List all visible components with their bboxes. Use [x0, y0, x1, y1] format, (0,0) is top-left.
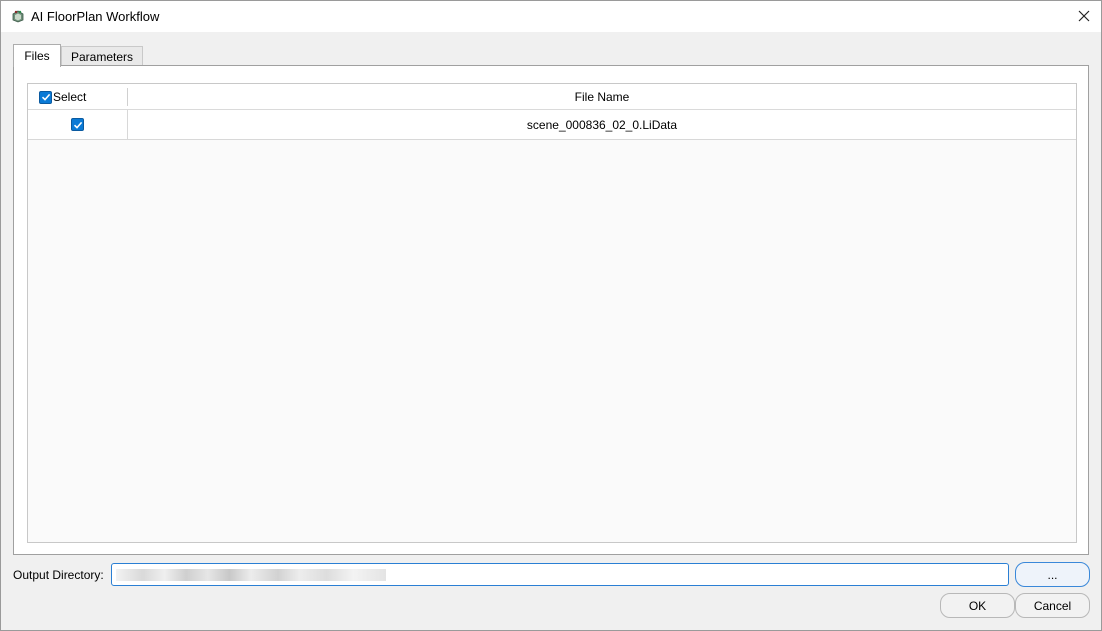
window-title: AI FloorPlan Workflow	[31, 9, 160, 24]
table-row[interactable]: scene_000836_02_0.LiData	[28, 110, 1076, 140]
close-icon	[1078, 10, 1090, 22]
select-column-label: Select	[53, 90, 87, 104]
files-tab-panel: Select File Name scene_000836_02_0.LiDat…	[13, 65, 1089, 555]
app-icon	[11, 9, 25, 23]
row-select-cell	[28, 110, 128, 139]
cancel-button[interactable]: Cancel	[1015, 593, 1090, 618]
output-directory-label: Output Directory:	[13, 568, 104, 582]
output-directory-input[interactable]	[111, 563, 1009, 586]
table-header: Select File Name	[28, 84, 1076, 110]
browse-button[interactable]: ...	[1015, 562, 1090, 587]
redacted-path	[116, 569, 386, 581]
checkmark-icon	[73, 121, 82, 129]
title-bar: AI FloorPlan Workflow	[1, 1, 1101, 32]
file-name-column-header[interactable]: File Name	[128, 84, 1076, 110]
select-column-header: Select	[28, 84, 128, 110]
tab-parameters[interactable]: Parameters	[61, 46, 143, 66]
ok-button[interactable]: OK	[940, 593, 1015, 618]
tab-files[interactable]: Files	[13, 44, 61, 67]
files-table: Select File Name scene_000836_02_0.LiDat…	[27, 83, 1077, 543]
row-checkbox[interactable]	[71, 118, 84, 131]
dialog-window: AI FloorPlan Workflow Files Parameters S…	[0, 0, 1102, 631]
checkmark-icon	[41, 93, 50, 101]
close-button[interactable]	[1067, 1, 1101, 31]
select-all-checkbox[interactable]	[39, 90, 52, 104]
row-file-name: scene_000836_02_0.LiData	[526, 117, 678, 132]
